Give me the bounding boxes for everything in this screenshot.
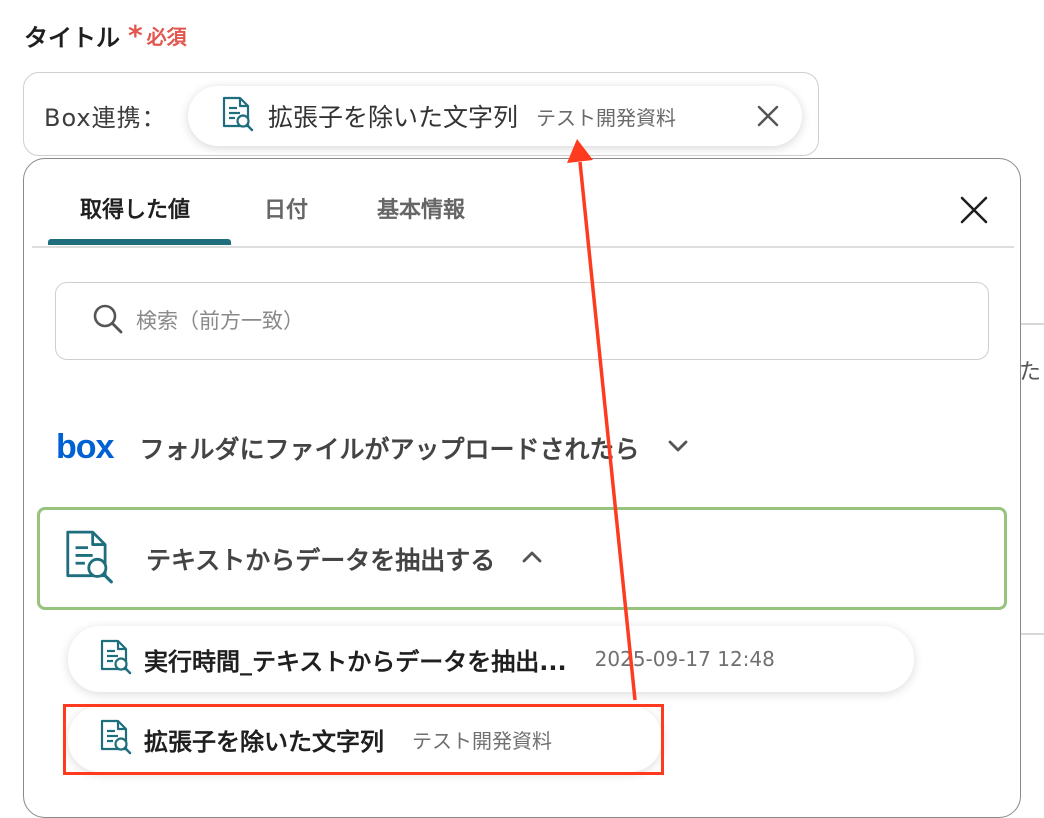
box-logo: box xyxy=(56,428,114,466)
tab-acquired-values[interactable]: 取得した値 xyxy=(80,192,190,224)
search-box xyxy=(55,282,989,360)
field-title: タイトル * 必須 xyxy=(24,18,187,53)
doc-search-icon xyxy=(220,96,254,136)
background-divider xyxy=(1020,633,1044,635)
required-star: * xyxy=(128,18,143,52)
item-label: 拡張子を除いた文字列 xyxy=(144,727,384,756)
tab-divider xyxy=(32,246,1014,248)
selected-variable-chip[interactable]: 拡張子を除いた文字列 テスト開発資料 xyxy=(188,86,802,146)
variable-item-execution-time[interactable]: 実行時間_テキストからデータを抽出... 2025-09-17 12:48 xyxy=(68,626,914,692)
search-icon xyxy=(92,303,124,339)
tab-date[interactable]: 日付 xyxy=(264,192,308,224)
panel-close-icon[interactable] xyxy=(956,192,992,228)
chevron-up-icon xyxy=(521,549,543,568)
input-prefix-text: Box連携： xyxy=(44,104,167,132)
doc-search-icon xyxy=(98,719,132,759)
doc-search-icon xyxy=(60,529,116,589)
box-section-label: フォルダにファイルがアップロードされたら xyxy=(139,434,640,464)
chip-source: テスト開発資料 xyxy=(536,105,677,130)
extract-section-label: テキストからデータを抽出する xyxy=(146,545,496,575)
tab-basic-info[interactable]: 基本情報 xyxy=(377,192,465,224)
variable-item-filename-without-extension[interactable]: 拡張子を除いた文字列 テスト開発資料 xyxy=(68,706,662,772)
box-trigger-section[interactable]: box フォルダにファイルがアップロードされたら xyxy=(56,428,689,467)
background-divider xyxy=(1020,323,1044,325)
required-label: 必須 xyxy=(146,25,187,49)
background-partial-text: た xyxy=(1019,360,1042,385)
field-title-label: タイトル xyxy=(24,24,120,52)
chevron-down-icon xyxy=(667,438,689,457)
active-tab-indicator xyxy=(48,239,231,245)
chip-label: 拡張子を除いた文字列 xyxy=(268,103,519,132)
chip-close-icon[interactable] xyxy=(752,100,784,132)
doc-search-icon xyxy=(98,639,132,679)
item-label: 実行時間_テキストからデータを抽出... xyxy=(144,647,567,676)
item-value: テスト開発資料 xyxy=(412,728,552,753)
item-value: 2025-09-17 12:48 xyxy=(594,647,775,671)
search-input[interactable] xyxy=(134,308,938,334)
extract-text-section[interactable]: テキストからデータを抽出する xyxy=(37,507,1007,610)
